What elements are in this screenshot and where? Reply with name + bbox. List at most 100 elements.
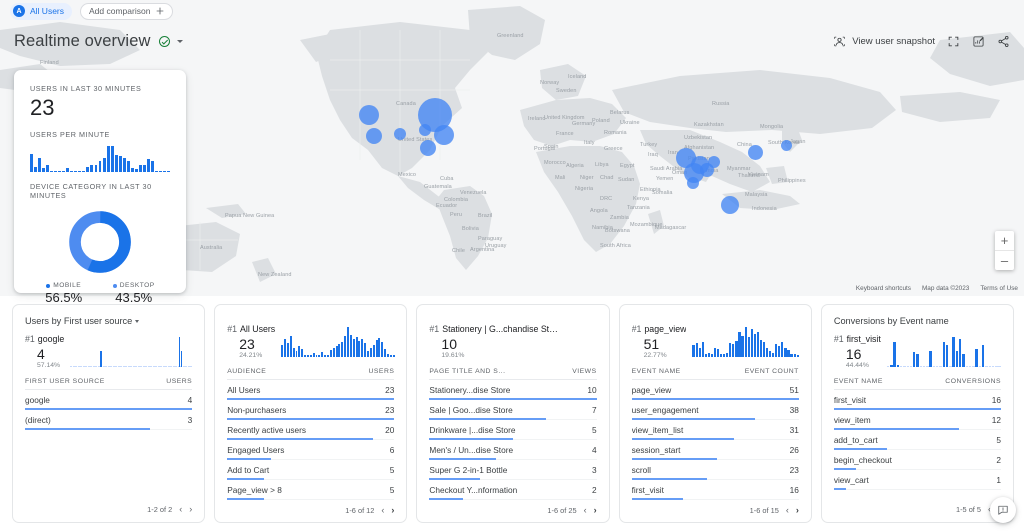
table-row[interactable]: google4	[25, 390, 192, 410]
table-row[interactable]: Stationery...dise Store 10	[429, 380, 596, 400]
table-row[interactable]: view_cart1	[834, 470, 1001, 490]
table-row[interactable]: view_item_list31	[632, 420, 799, 440]
edit-icon[interactable]	[972, 35, 985, 48]
column-header-metric: Users	[368, 368, 394, 375]
sparkline-bar	[893, 342, 895, 368]
sparkline-bar	[290, 336, 292, 357]
table-row[interactable]: begin_checkout2	[834, 450, 1001, 470]
sparkline-bar	[381, 342, 383, 357]
sparkline-bar	[926, 366, 928, 367]
table-row[interactable]: view_item12	[834, 410, 1001, 430]
table-row[interactable]: Checkout Y...nformation2	[429, 480, 596, 500]
card-top-item: #1first_visit	[834, 334, 881, 344]
card-sparkline	[70, 337, 192, 367]
sparkline-bar	[135, 169, 138, 172]
row-dimension-value: Super G 2-in-1 Bottle	[429, 465, 513, 475]
row-dimension-value: Checkout Y...nformation	[429, 485, 523, 495]
pagination-prev-button[interactable]: ‹	[381, 506, 384, 515]
sparkline-bar	[330, 350, 332, 357]
card-title-dimension[interactable]: by First user source	[52, 316, 133, 326]
fullscreen-icon[interactable]	[947, 35, 960, 48]
view-user-snapshot-button[interactable]: View user snapshot	[833, 35, 935, 48]
table-row[interactable]: session_start26	[632, 440, 799, 460]
realtime-card: Users by Audience#1All Users2324.21%Audi…	[214, 304, 407, 523]
map-user-bubble[interactable]	[721, 196, 739, 214]
map-user-bubble[interactable]	[359, 105, 379, 125]
table-row[interactable]: page_view51	[632, 380, 799, 400]
keyboard-shortcuts-link[interactable]: Keyboard shortcuts	[856, 285, 911, 292]
table-row[interactable]: Sale | Goo...dise Store7	[429, 400, 596, 420]
sparkline-bar	[943, 342, 945, 368]
pagination-next-button[interactable]: ›	[796, 506, 799, 515]
sparkline-bar	[30, 154, 33, 173]
card-primary-value: 10	[429, 336, 559, 352]
table-row[interactable]: Super G 2-in-1 Bottle3	[429, 460, 596, 480]
map-user-bubble[interactable]	[394, 128, 406, 140]
sparkline-bar	[147, 159, 150, 172]
row-dimension-value: Stationery...dise Store	[429, 385, 516, 395]
table-row[interactable]: first_visit16	[632, 480, 799, 500]
table-row[interactable]: Page_view > 85	[227, 480, 394, 500]
table-row[interactable]: Add to Cart5	[227, 460, 394, 480]
sparkline-bar	[729, 343, 731, 357]
table-row[interactable]: (direct)3	[25, 410, 192, 430]
share-icon[interactable]	[997, 35, 1010, 48]
table-body: google4(direct)3	[25, 390, 192, 499]
sparkline-bar	[66, 168, 69, 172]
sparkline-bar	[979, 366, 981, 367]
audience-chip-all-users[interactable]: A All Users	[10, 3, 72, 20]
legend-label-desktop: Desktop	[120, 282, 155, 289]
row-dimension-value: Men's / Un...dise Store	[429, 445, 519, 455]
sparkline-bar	[708, 353, 710, 357]
rank-value: Stationery | G...chandise Store	[442, 324, 559, 334]
table-row[interactable]: scroll23	[632, 460, 799, 480]
map-zoom-controls[interactable]: + –	[995, 231, 1014, 270]
sparkline-bar	[86, 167, 89, 173]
terms-of-use-link[interactable]: Terms of Use	[980, 285, 1018, 292]
table-row[interactable]: add_to_cart5	[834, 430, 1001, 450]
pagination-next-button[interactable]: ›	[391, 506, 394, 515]
sparkline-bar	[982, 345, 984, 368]
map-user-bubble[interactable]	[434, 125, 454, 145]
table-body: Stationery...dise Store 10 Sale | Goo...di…	[429, 380, 596, 500]
sparkline-bar	[34, 167, 37, 173]
pagination-prev-button[interactable]: ‹	[786, 506, 789, 515]
table-row[interactable]: All Users23	[227, 380, 394, 400]
sparkline-bar	[307, 355, 309, 357]
map-user-bubble[interactable]	[420, 140, 436, 156]
map-user-bubble[interactable]	[687, 177, 699, 189]
table-row[interactable]: Drinkware |...dise Store5	[429, 420, 596, 440]
map-zoom-out-button[interactable]: –	[995, 251, 1014, 270]
add-comparison-button[interactable]: Add comparison	[80, 3, 173, 20]
map-user-bubble[interactable]	[708, 156, 720, 168]
row-progress-bar	[429, 498, 462, 500]
sparkline-bar	[992, 366, 994, 367]
row-metric-value: 10	[587, 385, 596, 395]
users-last-30min-value: 23	[30, 95, 170, 120]
card-sparkline	[565, 327, 596, 357]
row-metric-value: 6	[390, 445, 395, 455]
table-row[interactable]: Men's / Un...dise Store4	[429, 440, 596, 460]
card-title-dimension[interactable]: by Event name	[887, 316, 948, 326]
pagination-next-button[interactable]: ›	[189, 505, 192, 514]
pagination-prev-button[interactable]: ‹	[584, 506, 587, 515]
dimension-chevron-down-icon[interactable]	[135, 320, 139, 323]
table-row[interactable]: user_engagement38	[632, 400, 799, 420]
table-row[interactable]: first_visit16	[834, 390, 1001, 410]
pagination-next-button[interactable]: ›	[594, 506, 597, 515]
pagination-prev-button[interactable]: ‹	[179, 505, 182, 514]
sparkline-bar	[353, 339, 355, 357]
sparkline-bar	[46, 165, 49, 172]
map-user-bubble[interactable]	[781, 140, 792, 151]
table-row[interactable]: Non-purchasers23	[227, 400, 394, 420]
table-row[interactable]: Engaged Users6	[227, 440, 394, 460]
row-progress-bar	[834, 488, 846, 490]
table-row[interactable]: Recently active users20	[227, 420, 394, 440]
map-user-bubble[interactable]	[748, 145, 763, 160]
map-user-bubble[interactable]	[366, 128, 382, 144]
map-zoom-in-button[interactable]: +	[995, 231, 1014, 251]
sparkline-bar	[897, 365, 899, 367]
feedback-button[interactable]	[990, 497, 1016, 523]
chevron-down-icon[interactable]	[177, 40, 183, 43]
card-title-metric: Conversions	[834, 316, 885, 326]
